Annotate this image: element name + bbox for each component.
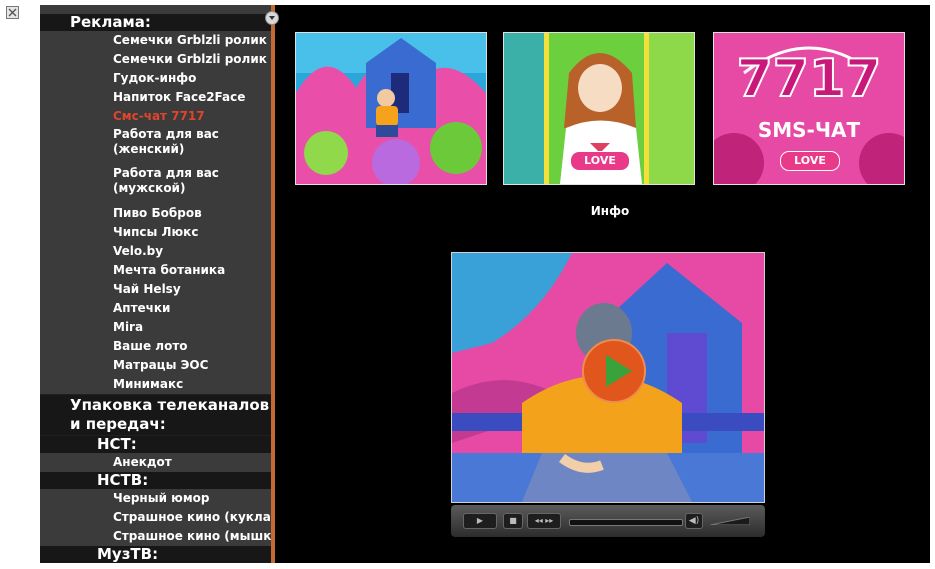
sidebar-item[interactable]: Чай Helsy: [40, 280, 271, 299]
sidebar-item[interactable]: Аптечки: [40, 299, 271, 318]
play-icon[interactable]: ▶: [463, 513, 497, 529]
sidebar-item[interactable]: Анекдот: [40, 453, 271, 472]
player-controls: ▶ ■ ◂◂ ▸▸ ◀): [451, 505, 765, 537]
sidebar-menu: Реклама: Семечки Grblzli ролик 1 Семечки …: [40, 5, 271, 563]
sidebar-item[interactable]: Смс-чат 7717: [40, 107, 271, 126]
subheading-nst: НСТ:: [40, 436, 271, 453]
stop-icon[interactable]: ■: [503, 513, 523, 529]
big-number: 7717: [736, 49, 883, 109]
sidebar-item[interactable]: Работа для вас (мужской): [40, 165, 271, 204]
sidebar-item[interactable]: Чипсы Люкс: [40, 223, 271, 242]
section-heading-ads: Реклама:: [40, 14, 271, 31]
thumbnail-sms-chat[interactable]: 7717 SMS-ЧАТ LOVE: [713, 32, 905, 185]
section-heading-packaging: Упаковка телеканалов и передач:: [40, 395, 271, 435]
play-button[interactable]: [582, 339, 646, 403]
nstv-list: Черный юмор Страшное кино (кукла) Страшное…: [40, 489, 271, 546]
seek-bar[interactable]: [569, 519, 683, 526]
ads-list: Семечки Grblzli ролик 1 Семечки Grblzli р…: [40, 31, 271, 394]
subheading-nstv: НСТВ:: [40, 472, 271, 489]
close-icon[interactable]: [6, 6, 19, 19]
sidebar-item[interactable]: Страшное кино (мышка): [40, 527, 271, 546]
sidebar-item[interactable]: Работа для вас (женский): [40, 126, 271, 165]
thumbnail-boy-scene[interactable]: [295, 32, 487, 185]
volume-slider[interactable]: [710, 517, 750, 525]
info-label: Инфо: [590, 204, 630, 218]
sidebar-item[interactable]: Мечта ботаника: [40, 261, 271, 280]
sidebar-item[interactable]: Velo.by: [40, 242, 271, 261]
sidebar-item[interactable]: Mira: [40, 318, 271, 337]
sidebar-item[interactable]: Семечки Grblzli ролик 1: [40, 31, 271, 50]
sidebar-item[interactable]: Ваше лото: [40, 337, 271, 356]
subheading-muztv: МузТВ:: [40, 546, 271, 563]
thumbnail-girl-love[interactable]: LOVE: [503, 32, 695, 185]
scroll-up-button[interactable]: [265, 11, 279, 25]
scrollbar[interactable]: [271, 5, 275, 563]
sidebar-item[interactable]: Минимакс: [40, 375, 271, 394]
sms-chat-text: SMS-ЧАТ: [757, 118, 861, 142]
sidebar-item[interactable]: Семечки Grblzli ролик 2: [40, 50, 271, 69]
love-badge: LOVE: [780, 151, 840, 171]
sidebar-item[interactable]: Гудок-инфо: [40, 69, 271, 88]
rewind-icon[interactable]: ◂◂ ▸▸: [527, 513, 561, 529]
sidebar-item[interactable]: Страшное кино (кукла): [40, 508, 271, 527]
sidebar-item[interactable]: Пиво Бобров: [40, 204, 271, 223]
sidebar-item[interactable]: Напиток Face2Face: [40, 88, 271, 107]
nst-list: Анекдот: [40, 453, 271, 472]
sidebar-item[interactable]: Черный юмор: [40, 489, 271, 508]
main-frame: Реклама: Семечки Grblzli ролик 1 Семечки …: [40, 5, 930, 563]
sidebar-item[interactable]: Матрацы ЭОС: [40, 356, 271, 375]
love-badge: LOVE: [570, 151, 630, 171]
video-player[interactable]: [451, 252, 765, 503]
volume-icon[interactable]: ◀): [685, 513, 703, 529]
